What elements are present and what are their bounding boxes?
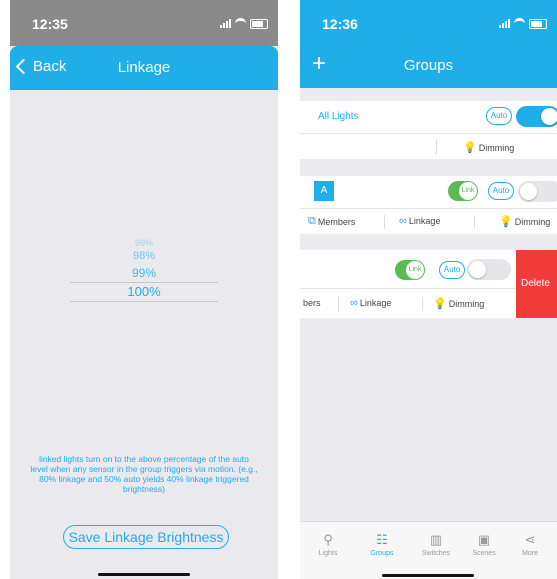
home-indicator <box>98 573 190 576</box>
picker-selected-option[interactable]: 100% <box>70 282 218 302</box>
tab-lights[interactable]: ⚲ Lights <box>303 532 353 557</box>
bulb-icon: ⚲ <box>323 532 333 547</box>
wifi-icon <box>514 18 525 29</box>
tab-bar: ⚲ Lights ☷ Groups ▥ Switches ▣ Scenes ⋖ … <box>300 521 557 579</box>
status-bar: 12:35 <box>10 0 278 46</box>
brightness-picker[interactable]: 99% 98% 99% 100% <box>10 238 278 302</box>
status-bar: 12:36 <box>300 0 557 46</box>
link-toggle[interactable]: Link <box>448 181 478 201</box>
auto-button[interactable]: Auto <box>488 182 514 200</box>
groups-screen: 12:36 + Groups All Lights Auto 💡 Dimming… <box>300 0 557 579</box>
tab-switches[interactable]: ▥ Switches <box>411 532 461 557</box>
picker-option[interactable]: 98% <box>10 248 278 264</box>
status-time: 12:36 <box>322 16 358 32</box>
tab-groups[interactable]: ☷ Groups <box>357 532 407 557</box>
switches-icon: ▥ <box>429 532 443 547</box>
linkage-screen: 12:35 Back Linkage 99% 98% 99% 100% link… <box>10 0 278 579</box>
link-knob: Link <box>459 182 477 200</box>
dimming-button[interactable]: 💡 Dimming <box>463 141 514 154</box>
tab-scenes[interactable]: ▣ Scenes <box>459 532 509 557</box>
linkage-label: Linkage <box>359 298 392 308</box>
group-b-card: Link Auto bers ∞ Linkage 💡 Dimming <box>300 250 516 318</box>
share-icon: ⋖ <box>524 532 536 547</box>
picker-option[interactable]: 99% <box>10 264 278 282</box>
linkage-button[interactable]: ∞ Linkage <box>350 297 391 309</box>
tab-label: Groups <box>370 550 394 557</box>
linkage-description: linked lights turn on to the above perce… <box>30 454 258 494</box>
battery-icon <box>529 18 547 29</box>
system-icons <box>499 18 547 29</box>
signal-icon <box>220 19 231 28</box>
signal-icon <box>499 19 510 28</box>
dimming-label: Dimming <box>478 142 515 153</box>
wifi-icon <box>235 18 246 29</box>
tab-more[interactable]: ⋖ More <box>505 532 555 557</box>
auto-button[interactable]: Auto <box>439 261 465 279</box>
group-badge: A <box>314 181 334 201</box>
all-lights-toggle[interactable] <box>516 106 557 127</box>
save-linkage-button[interactable]: Save Linkage Brightness <box>63 525 229 549</box>
group-b-toggle[interactable] <box>467 259 511 280</box>
auto-button[interactable]: Auto <box>486 107 512 125</box>
link-toggle[interactable]: Link <box>395 260 425 280</box>
members-icon: ⧉ <box>308 215 316 227</box>
divider <box>384 215 385 229</box>
nav-bar: Back Linkage <box>10 46 278 90</box>
toggle-knob <box>541 108 557 125</box>
dimming-label: Dimming <box>514 216 551 227</box>
divider <box>338 297 339 311</box>
lightbulb-icon: 💡 <box>499 216 513 228</box>
dimming-button[interactable]: 💡 Dimming <box>433 297 484 310</box>
tab-label: Lights <box>318 550 338 557</box>
group-a-toggle[interactable] <box>518 181 557 202</box>
picker-option[interactable]: 99% <box>10 238 278 248</box>
battery-icon <box>250 18 268 29</box>
lightbulb-icon: 💡 <box>463 142 477 154</box>
divider <box>474 215 475 229</box>
tab-label: More <box>522 550 538 557</box>
group-a-actions: ⧉ Members ∞ Linkage 💡 Dimming <box>300 208 557 235</box>
home-indicator <box>382 574 474 577</box>
members-label: Members <box>317 216 356 227</box>
system-icons <box>220 18 268 29</box>
members-label: bers <box>303 298 321 308</box>
linkage-button[interactable]: ∞ Linkage <box>399 215 440 227</box>
toggle-knob <box>469 261 486 278</box>
status-time: 12:35 <box>32 16 68 32</box>
group-b-actions: bers ∞ Linkage 💡 Dimming <box>300 288 516 319</box>
scenes-icon: ▣ <box>477 532 491 547</box>
dimming-label: Dimming <box>448 298 485 309</box>
all-lights-card: All Lights Auto 💡 Dimming <box>300 101 557 159</box>
toggle-knob <box>520 183 537 200</box>
linkage-label: Linkage <box>408 216 441 226</box>
members-button[interactable]: ⧉ Members <box>308 215 355 228</box>
delete-group-button[interactable]: Delete <box>516 250 557 318</box>
lightbulb-icon: 💡 <box>433 298 447 310</box>
members-button[interactable]: bers <box>303 298 321 308</box>
link-knob: Link <box>406 261 424 279</box>
divider <box>422 297 423 311</box>
dimming-button[interactable]: 💡 Dimming <box>499 215 550 228</box>
link-chain-icon: ∞ <box>399 215 407 227</box>
page-title: Linkage <box>117 59 171 76</box>
nav-bar: + Groups <box>300 44 557 88</box>
link-chain-icon: ∞ <box>350 297 358 309</box>
all-lights-label: All Lights <box>318 111 359 122</box>
all-lights-actions: 💡 Dimming <box>300 133 557 160</box>
tab-label: Switches <box>421 550 450 557</box>
divider <box>436 140 437 154</box>
page-title: Groups <box>403 57 454 74</box>
group-a-card: A Link Auto ⧉ Members ∞ Linkage 💡 Dimmin… <box>300 176 557 234</box>
groups-icon: ☷ <box>376 532 388 547</box>
tab-label: Scenes <box>472 550 496 557</box>
